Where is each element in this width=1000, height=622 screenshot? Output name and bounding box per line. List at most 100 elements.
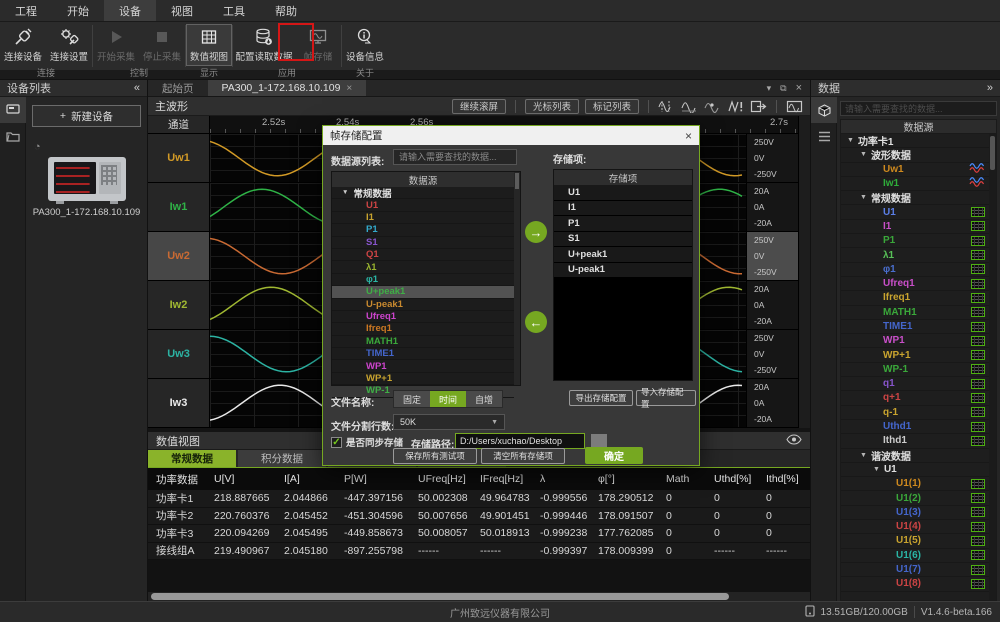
waveform-vertical-scrollbar[interactable] xyxy=(798,116,810,428)
source-item-row[interactable]: U-peak1 xyxy=(332,299,514,311)
tab-device-page[interactable]: PA300_1-172.168.10.109 × xyxy=(208,80,367,96)
collapse-panel-button[interactable]: « xyxy=(134,82,140,94)
tree-group-row[interactable]: ▼常规数据 xyxy=(841,191,989,205)
source-item-row[interactable]: P1 xyxy=(332,224,514,236)
store-item-row[interactable]: U+peak1 xyxy=(554,247,692,263)
clear-all-store-button[interactable]: 清空所有存储项 xyxy=(481,448,565,464)
file-name-mode-2[interactable]: 自增 xyxy=(466,391,502,407)
tree-scrollbar[interactable] xyxy=(989,134,996,600)
add-to-store-button[interactable]: → xyxy=(525,221,547,243)
tab-start-page[interactable]: 起始页 xyxy=(148,80,208,96)
start-acquire-button[interactable]: 开始采集 xyxy=(93,24,139,66)
save-all-tests-button[interactable]: 保存所有测试项 xyxy=(393,448,477,464)
tree-item-row[interactable]: U1(1) xyxy=(841,477,989,491)
dialog-close-icon[interactable]: × xyxy=(685,129,692,143)
store-item-row[interactable]: S1 xyxy=(554,232,692,248)
source-item-row[interactable]: U1 xyxy=(332,199,514,211)
project-folder-icon[interactable] xyxy=(0,123,26,149)
source-item-row[interactable]: λ1 xyxy=(332,261,514,273)
float-window-icon[interactable]: ⧉ xyxy=(780,83,786,94)
source-list-scrollbar[interactable] xyxy=(514,172,520,385)
tree-item-row[interactable]: λ1 xyxy=(841,248,989,262)
menu-item-3[interactable]: 视图 xyxy=(156,0,208,21)
menu-item-0[interactable]: 工程 xyxy=(0,0,52,21)
stop-acquire-button[interactable]: 停止采集 xyxy=(139,24,185,66)
continue-scroll-button[interactable]: 继续滚屏 xyxy=(452,99,506,114)
browse-path-button[interactable] xyxy=(591,434,607,448)
tree-item-row[interactable]: Uw1 xyxy=(841,163,989,177)
import-store-config-button[interactable]: 导入存储配置 xyxy=(636,390,696,406)
menu-item-1[interactable]: 开始 xyxy=(52,0,104,21)
tree-item-row[interactable]: q1 xyxy=(841,377,989,391)
tree-item-row[interactable]: U1(2) xyxy=(841,491,989,505)
wave-icon[interactable] xyxy=(681,100,698,113)
source-group-row[interactable]: ▼常规数据 xyxy=(332,187,514,199)
tree-item-row[interactable]: Ifreq1 xyxy=(841,291,989,305)
source-item-row[interactable]: Ufreq1 xyxy=(332,311,514,323)
tree-item-row[interactable]: q+1 xyxy=(841,391,989,405)
store-item-row[interactable]: U-peak1 xyxy=(554,263,692,279)
tree-item-row[interactable]: Uthd1 xyxy=(841,420,989,434)
add-device-button[interactable]: + 新建设备 xyxy=(32,105,141,127)
wave-display-icon[interactable] xyxy=(786,100,803,113)
tab-close-icon[interactable]: × xyxy=(346,83,352,94)
split-rows-dropdown[interactable]: 50K ▼ xyxy=(393,414,505,430)
tree-group-row[interactable]: ▼波形数据 xyxy=(841,148,989,162)
source-item-row[interactable]: Q1 xyxy=(332,249,514,261)
device-card[interactable]: ◔ PA300_1-172.168.10.109 xyxy=(32,141,141,218)
scrollbar-thumb[interactable] xyxy=(151,593,729,600)
device-view-icon[interactable] xyxy=(0,97,26,123)
cursor-wave-icon[interactable] xyxy=(658,100,675,113)
close-view-icon[interactable]: × xyxy=(796,82,802,94)
store-path-input[interactable] xyxy=(455,433,585,449)
connect-settings-button[interactable]: 连接设置 xyxy=(46,24,92,66)
expand-panel-button[interactable]: » xyxy=(987,82,993,94)
tree-item-row[interactable]: U1(6) xyxy=(841,549,989,563)
data-search-input[interactable] xyxy=(840,101,997,116)
table-row[interactable]: 功率卡2220.7603762.045452-451.30459650.0076… xyxy=(148,508,810,526)
data-list-icon[interactable] xyxy=(811,123,837,149)
export-wave-icon[interactable] xyxy=(750,100,767,113)
menu-item-2[interactable]: 设备 xyxy=(104,0,156,21)
source-item-row[interactable]: WP1 xyxy=(332,360,514,372)
tree-item-row[interactable]: WP1 xyxy=(841,334,989,348)
file-name-mode-1[interactable]: 时间 xyxy=(430,391,466,407)
numeric-view-button[interactable]: 数值视图 xyxy=(186,24,232,66)
tree-group-row[interactable]: ▼谐波数据 xyxy=(841,449,989,463)
tree-item-row[interactable]: TIME1 xyxy=(841,320,989,334)
table-row[interactable]: 接线组A219.4909672.045180-897.255798-------… xyxy=(148,543,810,561)
store-item-row[interactable]: I1 xyxy=(554,201,692,217)
source-item-row[interactable]: I1 xyxy=(332,212,514,224)
store-item-row[interactable]: U1 xyxy=(554,185,692,201)
tree-item-row[interactable]: I1 xyxy=(841,220,989,234)
tree-item-row[interactable]: P1 xyxy=(841,234,989,248)
connect-device-button[interactable]: 连接设备 xyxy=(0,24,46,66)
tree-item-row[interactable]: Ithd1 xyxy=(841,434,989,448)
source-item-row[interactable]: S1 xyxy=(332,237,514,249)
source-item-row[interactable]: WP+1 xyxy=(332,373,514,385)
source-item-row[interactable]: φ1 xyxy=(332,274,514,286)
tree-item-row[interactable]: U1 xyxy=(841,205,989,219)
tree-item-row[interactable]: U1(4) xyxy=(841,520,989,534)
dialog-search-input[interactable] xyxy=(393,149,517,165)
device-info-button[interactable]: 设备信息 xyxy=(342,24,388,66)
cursor-list-button[interactable]: 光标列表 xyxy=(525,99,579,114)
numeric-tab-0[interactable]: 常规数据 xyxy=(148,450,236,467)
tree-group-row[interactable]: ▼功率卡1 xyxy=(841,134,989,148)
tree-item-row[interactable]: q-1 xyxy=(841,406,989,420)
wave-marker-icon[interactable] xyxy=(704,100,721,113)
export-store-config-button[interactable]: 导出存储配置 xyxy=(569,390,633,406)
tab-dropdown-icon[interactable]: ▾ xyxy=(767,83,772,94)
tree-item-row[interactable]: Ufreq1 xyxy=(841,277,989,291)
table-row[interactable]: 功率卡1218.8876652.044866-447.39715650.0023… xyxy=(148,490,810,508)
eye-icon[interactable] xyxy=(786,432,802,450)
source-item-row[interactable]: TIME1 xyxy=(332,348,514,360)
table-row[interactable]: 功率卡3220.0942692.045495-449.85867350.0080… xyxy=(148,525,810,543)
dialog-title-bar[interactable]: 帧存储配置 × xyxy=(323,126,699,145)
source-item-row[interactable]: Ifreq1 xyxy=(332,323,514,335)
store-item-row[interactable]: P1 xyxy=(554,216,692,232)
file-name-mode-0[interactable]: 固定 xyxy=(394,391,430,407)
marker-list-button[interactable]: 标记列表 xyxy=(585,99,639,114)
tree-item-row[interactable]: U1(7) xyxy=(841,563,989,577)
menu-item-4[interactable]: 工具 xyxy=(208,0,260,21)
